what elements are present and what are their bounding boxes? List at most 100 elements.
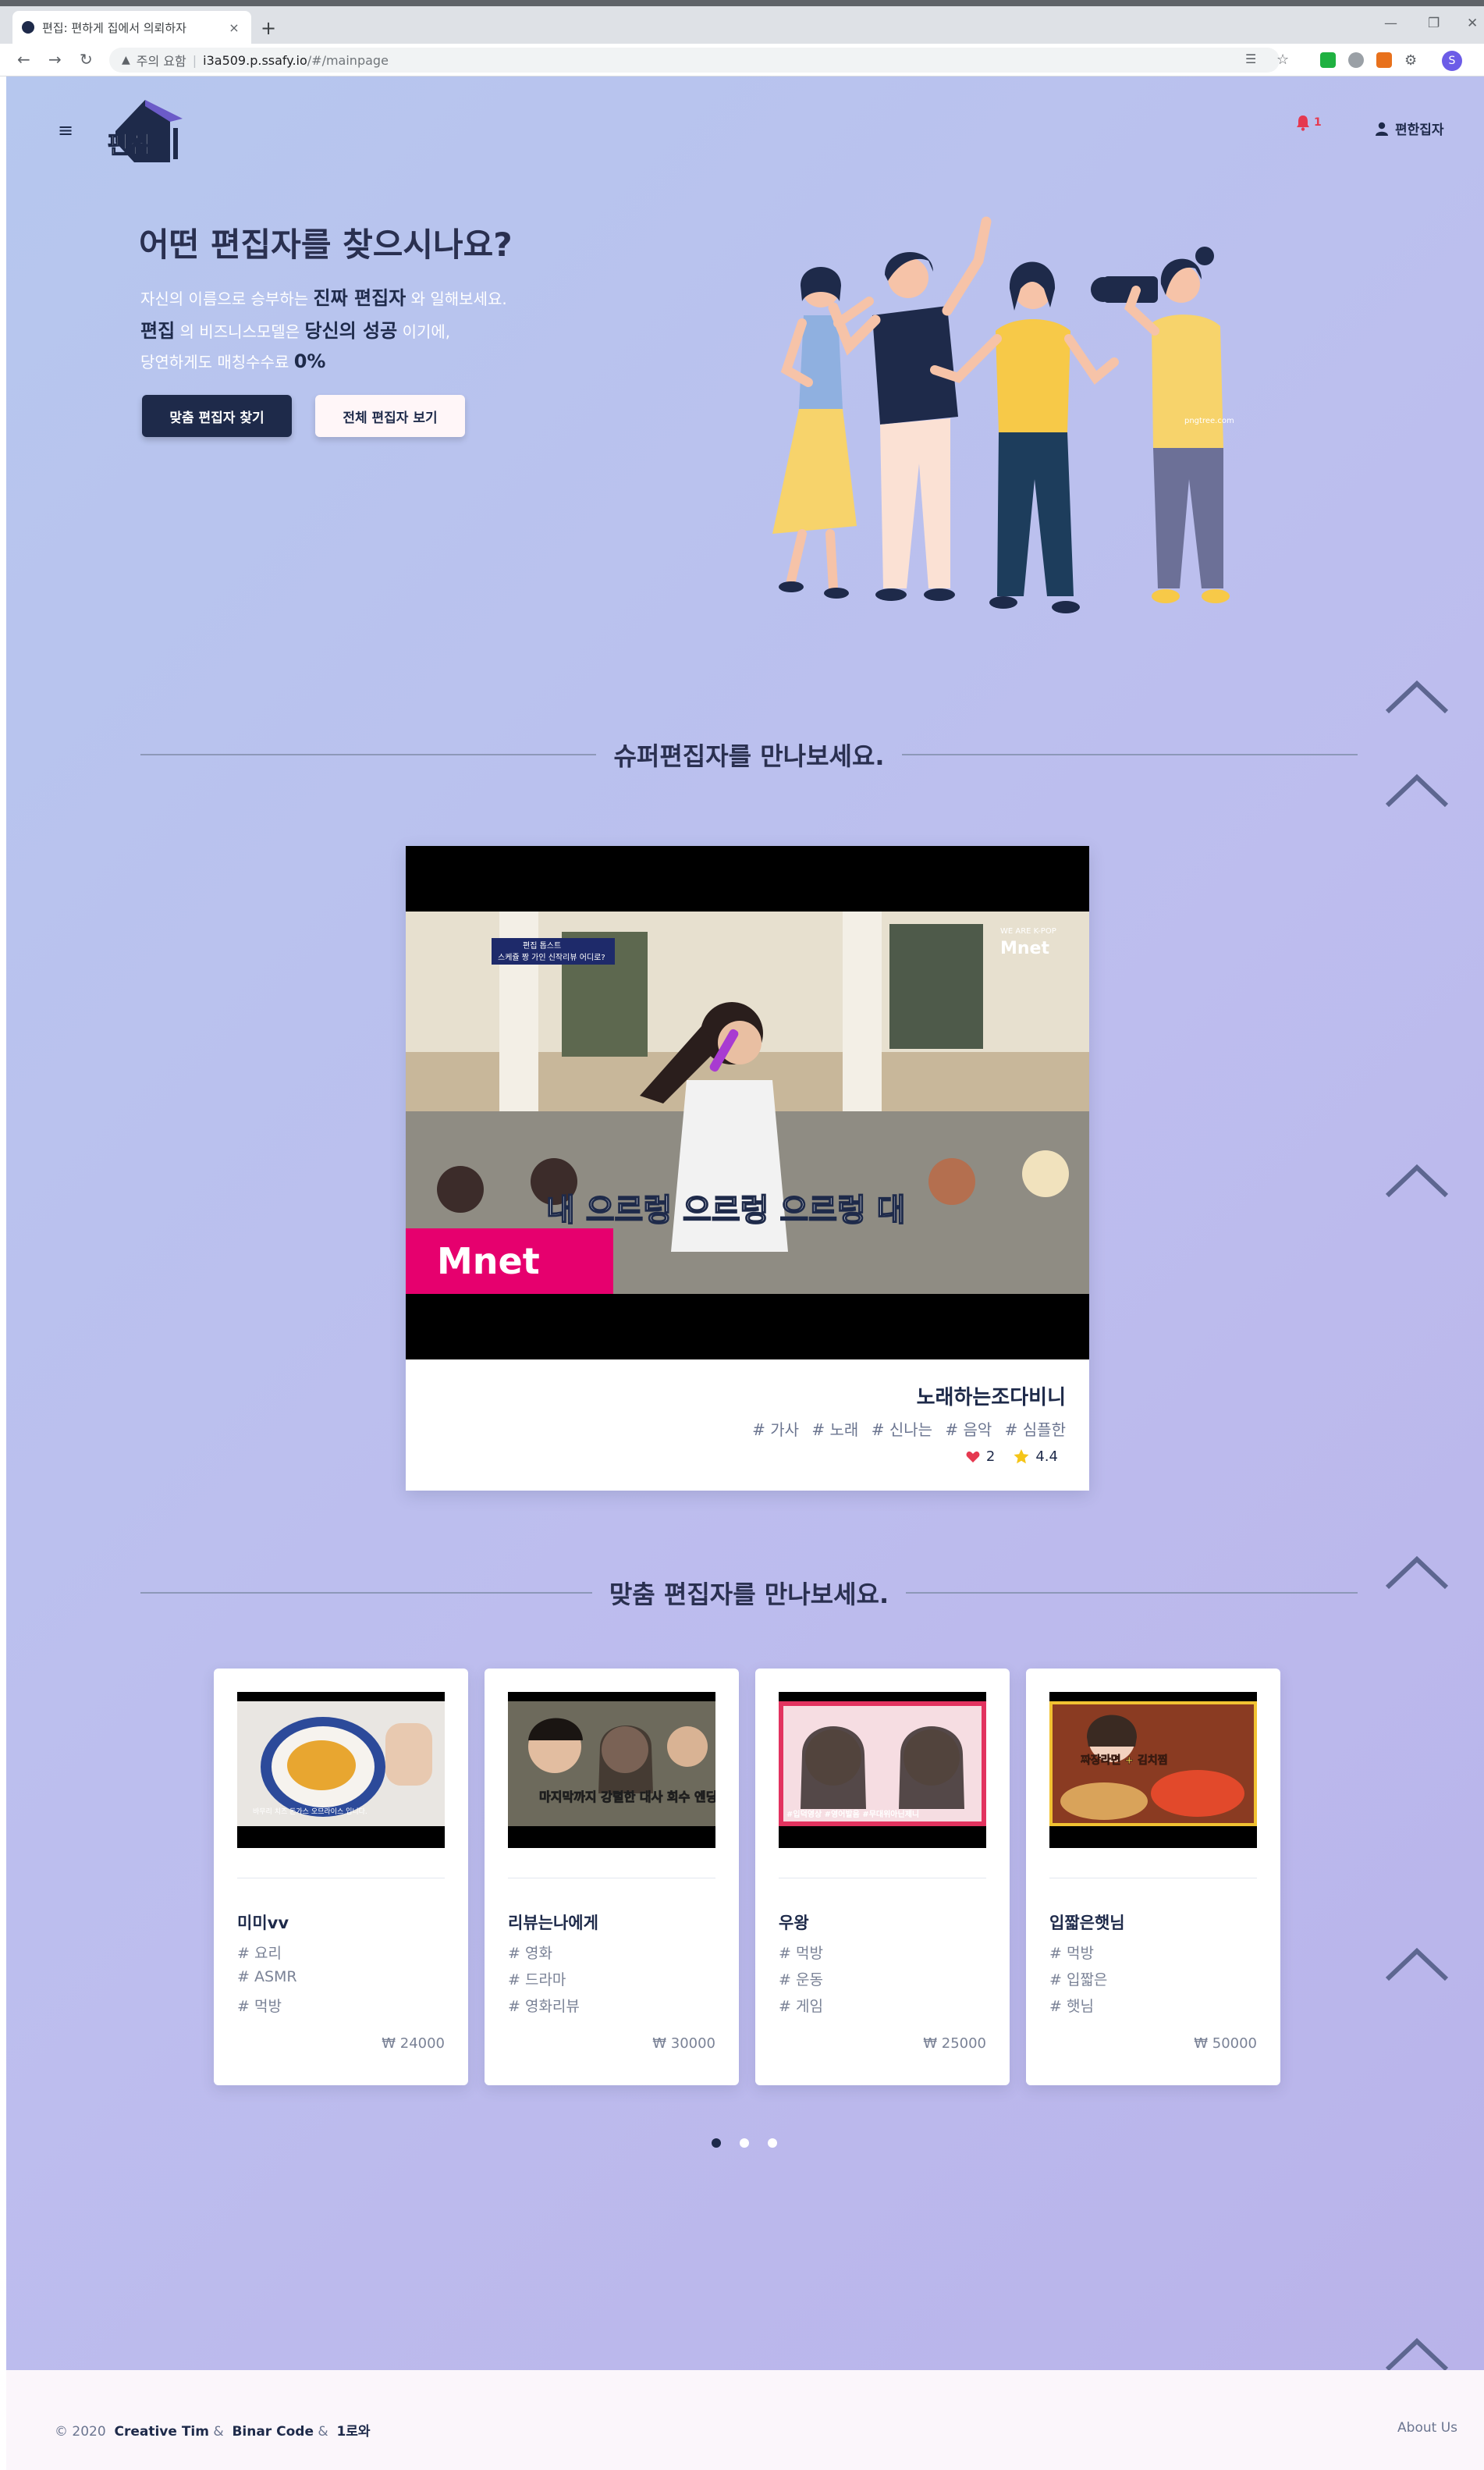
carousel-dot[interactable] xyxy=(768,2138,777,2148)
super-editor-heading: 슈퍼편집자를 만나보세요. xyxy=(140,737,1358,773)
video-player[interactable]: Mnet 내 으르렁 으르렁 으르렁 대 편집 톱스트 스케쥴 짱 가인 신작리… xyxy=(406,846,1089,1359)
notification-button[interactable]: 1 xyxy=(1295,114,1322,131)
about-us-link[interactable]: About Us xyxy=(1397,2420,1457,2436)
new-tab-button[interactable]: + xyxy=(261,17,276,39)
editor-price: ₩ 50000 xyxy=(1194,2035,1257,2052)
back-icon[interactable]: ← xyxy=(17,50,30,69)
editor-tag: # ASMR xyxy=(237,1968,297,1985)
author-link[interactable]: 1로와 xyxy=(336,2424,370,2440)
site-logo[interactable]: 편집 xyxy=(105,95,190,165)
hero-title: 어떤 편집자를 찾으시나요? xyxy=(139,226,513,264)
extensions-puzzle-icon[interactable]: ⚙ xyxy=(1404,52,1420,69)
copyright: © 2020 Creative Tim & Binar Code & 1로와 xyxy=(55,2420,371,2440)
editor-card[interactable]: 바무리 치즈 돈가스 오므라이스 입니다. 미미vv # 요리 # ASMR #… xyxy=(214,1669,468,2085)
scroll-up-icon[interactable] xyxy=(1384,2337,1450,2372)
scroll-up-icon[interactable] xyxy=(1384,773,1450,809)
menu-icon[interactable]: ≡ xyxy=(58,119,73,141)
editor-tag: # 햇님 xyxy=(1049,1998,1094,2015)
editor-name[interactable]: 미미vv xyxy=(237,1910,289,1934)
heading-rule xyxy=(140,1592,592,1594)
user-name: 편한집자 xyxy=(1395,123,1444,138)
copyright-year: © 2020 xyxy=(55,2424,106,2440)
super-editor-name[interactable]: 노래하는조다비니 xyxy=(917,1381,1066,1410)
editor-thumbnail[interactable]: #입덕영상 #영어발음 #무대위아닌제니 xyxy=(779,1692,986,1848)
thumbnail-caption: 바무리 치즈 돈가스 오므라이스 입니다. xyxy=(253,1807,367,1816)
url-input[interactable]: ▲ 주의 요함 | i3a509.p.ssafy.io /#/mainpage xyxy=(109,48,1280,73)
hero-text: 이기에, xyxy=(402,322,451,341)
illustration-credit: pngtree.com xyxy=(1184,417,1234,425)
hero-text: 자신의 이름으로 승부하는 xyxy=(140,290,309,308)
channel-badge: WE ARE K-POP xyxy=(1000,927,1056,936)
browser-tab[interactable]: 편집: 편하게 집에서 의뢰하자 × xyxy=(12,11,251,44)
thumbnail-caption: 마지막까지 강렬한 대사 회수 엔딩 xyxy=(539,1789,715,1804)
user-menu[interactable]: 편한집자 xyxy=(1375,119,1444,138)
editor-thumbnail[interactable]: 짜장라면 + 김치찜 xyxy=(1049,1692,1257,1848)
editor-card[interactable]: 마지막까지 강렬한 대사 회수 엔딩 리뷰는나에게 # 영화 # 드라마 # 영… xyxy=(485,1669,739,2085)
editor-card[interactable]: 짜장라면 + 김치찜 입짧은햇님 # 먹방 # 입짧은 # 햇님 ₩ 50000 xyxy=(1026,1669,1280,2085)
extension-green-icon[interactable] xyxy=(1320,52,1336,68)
forward-icon[interactable]: → xyxy=(48,50,62,69)
tag: # 심플한 xyxy=(1004,1420,1066,1439)
carousel-dot[interactable] xyxy=(712,2138,721,2148)
footer: © 2020 Creative Tim & Binar Code & 1로와 A… xyxy=(6,2370,1484,2470)
author-link[interactable]: Binar Code xyxy=(232,2424,314,2440)
warning-icon: ▲ xyxy=(122,54,130,66)
editor-name[interactable]: 우왕 xyxy=(779,1910,809,1934)
tag: # 노래 xyxy=(811,1420,859,1439)
tab-close-icon[interactable]: × xyxy=(226,20,242,35)
editor-card[interactable]: #입덕영상 #영어발음 #무대위아닌제니 우왕 # 먹방 # 운동 # 게임 ₩… xyxy=(755,1669,1010,2085)
editor-name[interactable]: 리뷰는나에게 xyxy=(508,1910,598,1934)
super-editor-card[interactable]: Mnet 내 으르렁 으르렁 으르렁 대 편집 톱스트 스케쥴 짱 가인 신작리… xyxy=(406,846,1089,1491)
scroll-up-icon[interactable] xyxy=(1384,1946,1450,1982)
scroll-up-icon[interactable] xyxy=(1384,1555,1450,1590)
editor-price: ₩ 24000 xyxy=(382,2035,445,2052)
heading-rule xyxy=(906,1592,1358,1594)
window-frame xyxy=(0,0,1484,6)
main-page: ≡ 편집 1 편한집자 어떤 편집자를 찾으시나요? 자신의 이름으로 승부하는… xyxy=(6,76,1484,2372)
url-path: /#/mainpage xyxy=(307,52,389,68)
video-badge-bottom: 스케쥴 짱 가인 신작리뷰 어디로? xyxy=(498,953,605,962)
user-icon xyxy=(1376,122,1388,136)
translate-icon[interactable]: ☰ xyxy=(1245,52,1261,67)
hero-emphasis: 당신의 성공 xyxy=(304,320,398,342)
bookmark-star-icon[interactable]: ☆ xyxy=(1276,52,1292,68)
heart-icon xyxy=(966,1451,980,1462)
hero-text: 의 비즈니스모델은 xyxy=(179,322,300,341)
extension-gray-icon[interactable] xyxy=(1348,52,1364,68)
ampersand: & xyxy=(318,2424,328,2440)
url-host: i3a509.p.ssafy.io xyxy=(203,52,307,68)
hero-line-2: 편집 의 비즈니스모델은 당신의 성공 이기에, xyxy=(140,315,450,343)
channel-logo: Mnet xyxy=(1000,939,1049,958)
security-label: 주의 요함 xyxy=(136,54,186,69)
hero-emphasis: 진짜 편집자 xyxy=(313,287,407,309)
editor-tag: # 먹방 xyxy=(1049,1945,1094,1962)
star-icon xyxy=(1014,1449,1029,1464)
scroll-up-icon[interactable] xyxy=(1384,679,1450,715)
editor-thumbnail[interactable]: 바무리 치즈 돈가스 오므라이스 입니다. xyxy=(237,1692,445,1848)
scroll-up-icon[interactable] xyxy=(1384,1163,1450,1199)
close-window-icon[interactable]: ✕ xyxy=(1467,16,1478,31)
carousel-dot[interactable] xyxy=(740,2138,749,2148)
minimize-icon[interactable]: — xyxy=(1384,16,1397,31)
thumbnail-caption: #입덕영상 #영어발음 #무대위아닌제니 xyxy=(786,1809,919,1819)
hero-line-3: 당연하게도 매칭수수료 0% xyxy=(140,350,325,372)
address-bar: ← → ↻ ▲ 주의 요함 | i3a509.p.ssafy.io /#/mai… xyxy=(0,44,1484,76)
find-matching-editor-button[interactable]: 맞춤 편집자 찾기 xyxy=(142,395,292,437)
editor-thumbnail[interactable]: 마지막까지 강렬한 대사 회수 엔딩 xyxy=(508,1692,715,1848)
editor-tag: # 요리 xyxy=(237,1945,282,1962)
restore-icon[interactable]: ❐ xyxy=(1428,16,1440,31)
extension-orange-icon[interactable] xyxy=(1376,52,1392,68)
hero-line-1: 자신의 이름으로 승부하는 진짜 편집자 와 일해보세요. xyxy=(140,283,507,310)
view-all-editors-button[interactable]: 전체 편집자 보기 xyxy=(315,395,465,437)
reload-icon[interactable]: ↻ xyxy=(80,50,93,69)
editor-tag: # 영화리뷰 xyxy=(508,1998,580,2015)
editor-tag: # 먹방 xyxy=(779,1945,823,1962)
author-link[interactable]: Creative Tim xyxy=(114,2424,208,2440)
editor-tag: # 게임 xyxy=(779,1998,823,2015)
profile-avatar[interactable]: S xyxy=(1442,51,1462,71)
carousel-indicators xyxy=(712,2138,796,2148)
editor-tag: # 입짧은 xyxy=(1049,1971,1108,1988)
editor-tag: # 영화 xyxy=(508,1945,552,1962)
editor-name[interactable]: 입짧은햇님 xyxy=(1049,1910,1125,1934)
heading-rule xyxy=(901,754,1358,755)
